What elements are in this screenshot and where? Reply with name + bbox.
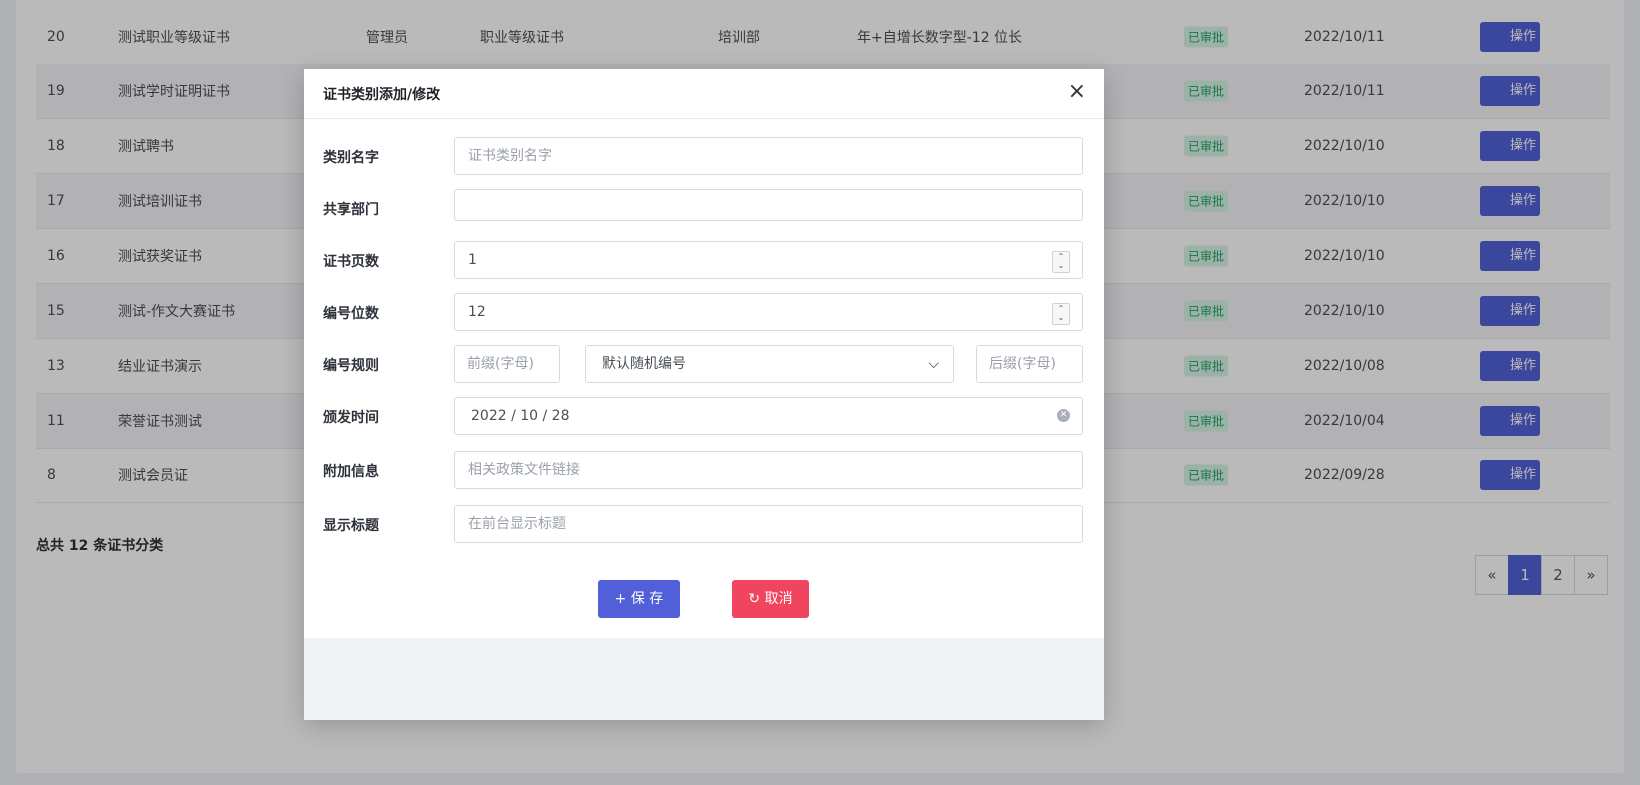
modal-title: 证书类别添加/修改 xyxy=(323,87,441,103)
name-label: 类别名字 xyxy=(323,150,379,166)
shared-dept-input[interactable] xyxy=(454,189,1083,221)
form-row-page-count: 证书页数 1 ⌃ ⌄ xyxy=(304,241,1104,281)
display-title-label: 显示标题 xyxy=(323,518,379,534)
suffix-input[interactable] xyxy=(976,345,1083,383)
number-rule-label: 编号规则 xyxy=(323,358,379,374)
form-row-name: 类别名字 xyxy=(304,137,1104,177)
save-button[interactable]: + 保 存 xyxy=(598,580,680,618)
extra-info-label: 附加信息 xyxy=(323,464,379,480)
display-title-input[interactable] xyxy=(454,505,1083,543)
shared-dept-label: 共享部门 xyxy=(323,202,379,218)
number-digits-value: 12 xyxy=(468,304,486,320)
form-row-display-title: 显示标题 xyxy=(304,505,1104,545)
extra-info-input[interactable] xyxy=(454,451,1083,489)
clear-icon[interactable]: ✕ xyxy=(1057,409,1070,422)
chevron-down-icon: ⌵ xyxy=(928,356,939,372)
form-row-shared-dept: 共享部门 xyxy=(304,189,1104,229)
issue-date-picker[interactable]: 2022 / 10 / 28 ✕ xyxy=(454,397,1083,435)
modal-header: 证书类别添加/修改 × xyxy=(304,69,1104,119)
form-row-number-digits: 编号位数 12 ⌃ ⌄ xyxy=(304,293,1104,333)
stepper-arrows-icon[interactable]: ⌃ ⌄ xyxy=(1052,251,1070,273)
page-count-label: 证书页数 xyxy=(323,254,379,270)
refresh-icon: ↻ xyxy=(748,591,761,607)
number-rule-select[interactable]: 默认随机编号 ⌵ xyxy=(585,345,954,383)
page-count-stepper[interactable]: 1 ⌃ ⌄ xyxy=(454,241,1083,279)
issue-date-value: 2022 / 10 / 28 xyxy=(471,408,570,424)
page-count-value: 1 xyxy=(468,252,477,268)
number-digits-stepper[interactable]: 12 ⌃ ⌄ xyxy=(454,293,1083,331)
close-icon[interactable]: × xyxy=(1068,81,1086,103)
form-row-extra-info: 附加信息 xyxy=(304,451,1104,491)
form-row-number-rule: 编号规则 默认随机编号 ⌵ xyxy=(304,345,1104,385)
prefix-input[interactable] xyxy=(454,345,560,383)
number-digits-label: 编号位数 xyxy=(323,306,379,322)
category-name-input[interactable] xyxy=(454,137,1083,175)
form-row-issue-date: 颁发时间 2022 / 10 / 28 ✕ xyxy=(304,397,1104,437)
stepper-arrows-icon[interactable]: ⌃ ⌄ xyxy=(1052,303,1070,325)
modal-footer xyxy=(304,638,1104,720)
cancel-label: 取消 xyxy=(764,591,793,607)
category-edit-modal: 证书类别添加/修改 × 类别名字 共享部门 证书页数 1 ⌃⌄ 编号位数 12 … xyxy=(304,69,1104,720)
cancel-button[interactable]: ↻ 取消 xyxy=(732,580,809,618)
number-rule-selected: 默认随机编号 xyxy=(602,356,686,372)
issue-date-label: 颁发时间 xyxy=(323,410,379,426)
